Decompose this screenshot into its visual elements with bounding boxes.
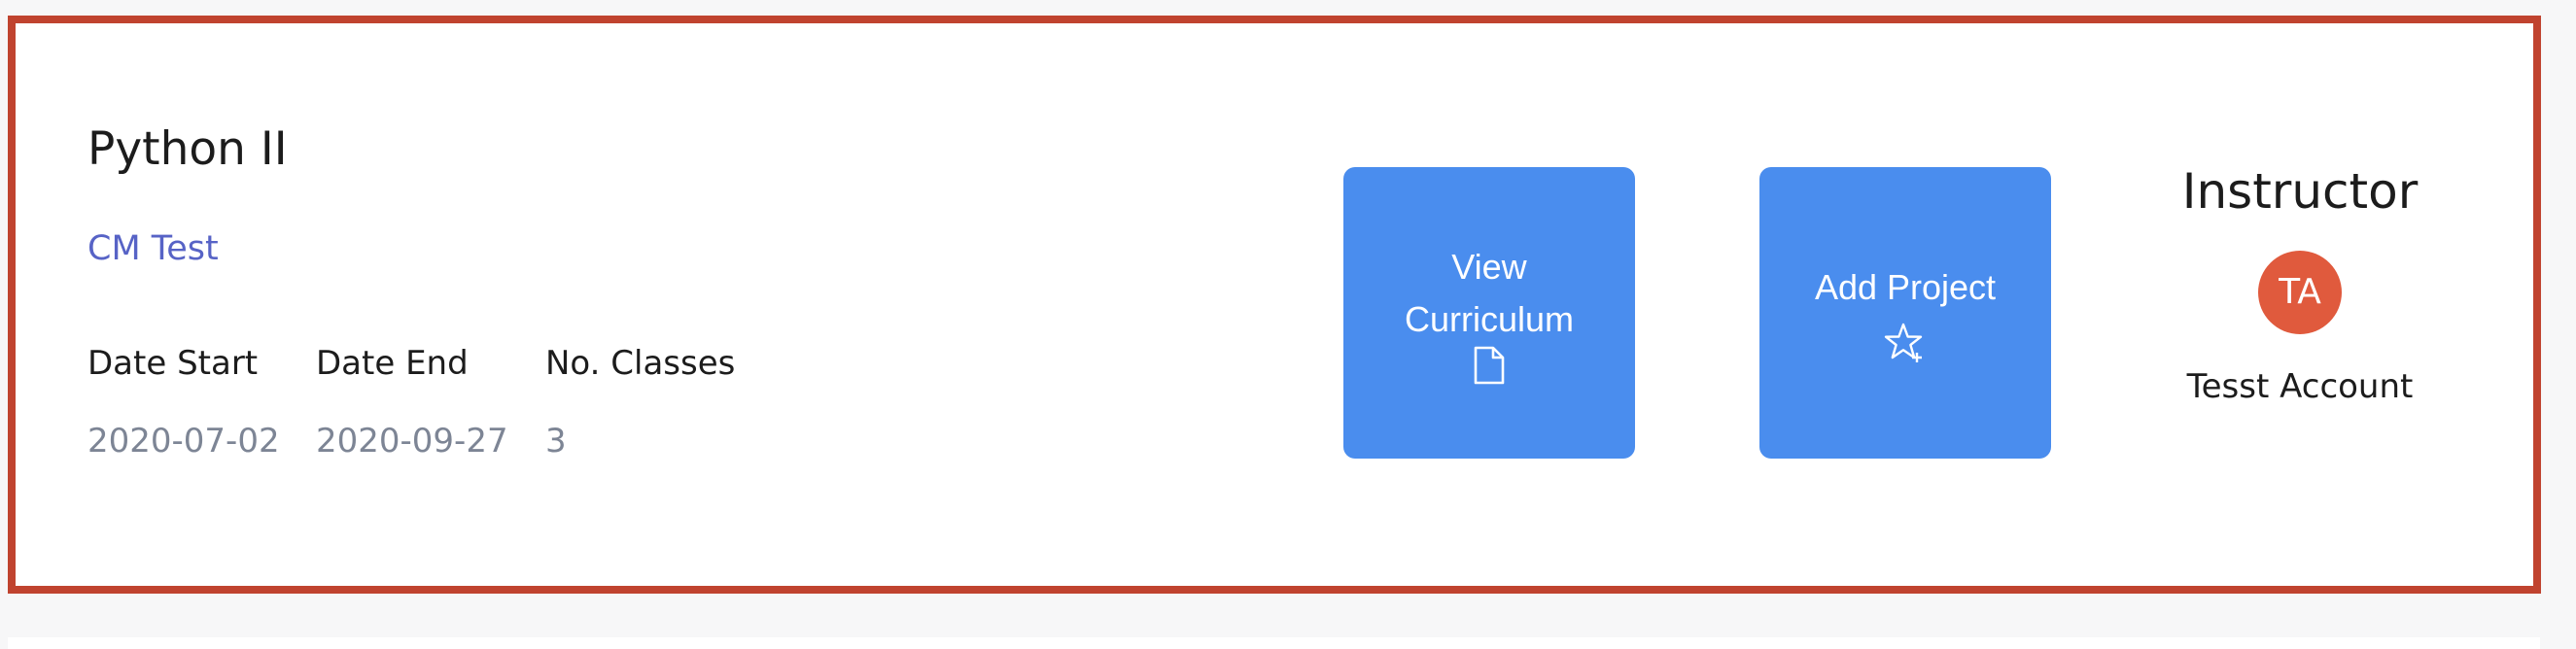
star-plus-icon: [1884, 322, 1927, 364]
classes-label: No. Classes: [545, 344, 736, 383]
date-start-value: 2020-07-02: [87, 422, 280, 461]
classes-group: No. Classes 3: [545, 344, 736, 461]
date-end-value: 2020-09-27: [316, 422, 508, 461]
document-icon: [1473, 346, 1506, 385]
course-card: Python II CM Test Date Start 2020-07-02 …: [8, 16, 2541, 594]
date-end-group: Date End 2020-09-27: [316, 344, 508, 461]
date-start-label: Date Start: [87, 344, 259, 383]
view-curriculum-button[interactable]: View Curriculum: [1343, 167, 1635, 459]
instructor-panel: Instructor TA Tesst Account: [2144, 163, 2455, 406]
add-project-label: Add Project: [1814, 267, 1997, 307]
view-curriculum-label: View Curriculum: [1404, 247, 1575, 339]
add-project-button[interactable]: Add Project: [1759, 167, 2051, 459]
date-end-label: Date End: [316, 344, 469, 383]
next-card-edge: [8, 637, 2540, 649]
course-subtitle-link[interactable]: CM Test: [87, 229, 219, 268]
instructor-name: Tesst Account: [2186, 367, 2414, 406]
course-title: Python II: [87, 122, 288, 176]
instructor-heading: Instructor: [2181, 163, 2419, 220]
avatar[interactable]: TA: [2258, 251, 2342, 334]
classes-value: 3: [545, 422, 567, 461]
date-start-group: Date Start 2020-07-02: [87, 344, 280, 461]
